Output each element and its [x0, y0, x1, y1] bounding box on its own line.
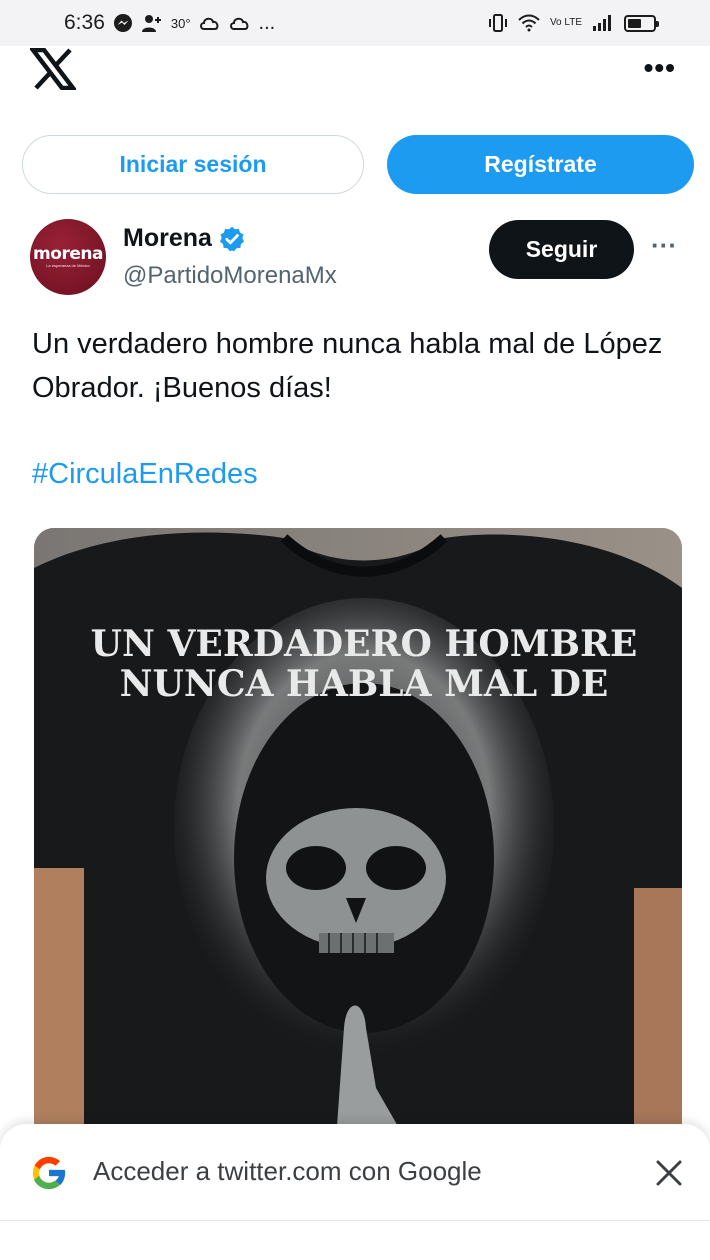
close-icon[interactable]: [654, 1158, 684, 1188]
top-bar: •••: [0, 46, 710, 106]
person-add-icon: [141, 13, 163, 33]
signal-icon: [592, 14, 614, 32]
status-bar-right: Vo LTE: [488, 13, 659, 33]
verified-badge-icon: [219, 226, 244, 251]
cloud-icon: [229, 15, 251, 31]
login-button[interactable]: Iniciar sesión: [22, 135, 364, 194]
wifi-icon: [518, 14, 540, 32]
divider: [0, 1220, 710, 1221]
tweet-more-icon[interactable]: ···: [651, 230, 677, 261]
more-options-icon[interactable]: •••: [644, 52, 676, 84]
status-time: 6:36: [64, 11, 105, 34]
shirt-text-line1: UN VERDADERO HOMBRE: [91, 623, 638, 665]
tshirt-photo: UN VERDADERO HOMBRE NUNCA HABLA MAL DE: [34, 528, 682, 1168]
signup-button[interactable]: Regístrate: [387, 135, 694, 194]
google-logo-icon: [32, 1156, 67, 1190]
cloud-icon: [199, 15, 221, 31]
author-name: Morena: [123, 224, 212, 252]
hashtag-link[interactable]: #CirculaEnRedes: [32, 458, 258, 491]
status-bar-left: 6:36 30° ...: [64, 11, 275, 35]
battery-level: [628, 18, 642, 28]
google-signin-prompt: Acceder a twitter.com con Google: [0, 1124, 710, 1260]
shirt-text-line2: NUNCA HABLA MAL DE: [120, 663, 609, 705]
avatar-logo-text: morena: [33, 244, 103, 264]
author-handle[interactable]: @PartidoMorenaMx: [123, 262, 337, 290]
tweet-image[interactable]: UN VERDADERO HOMBRE NUNCA HABLA MAL DE: [34, 528, 682, 1168]
tweet-text: Un verdadero hombre nunca habla mal de L…: [32, 328, 663, 404]
messenger-icon: [113, 13, 133, 33]
avatar[interactable]: morena La esperanza de México: [30, 219, 106, 295]
follow-button[interactable]: Seguir: [489, 220, 634, 279]
status-overflow: ...: [258, 11, 276, 34]
google-prompt-text: Acceder a twitter.com con Google: [93, 1156, 482, 1186]
status-bar: 6:36 30° ... Vo LTE: [0, 0, 710, 46]
vibrate-icon: [488, 13, 508, 33]
author-name-row[interactable]: Morena: [123, 224, 246, 253]
x-logo-icon[interactable]: [30, 48, 76, 90]
avatar-logo-subtext: La esperanza de México: [46, 263, 90, 268]
volte-label: Vo LTE: [549, 17, 582, 28]
status-temperature: 30°: [170, 15, 191, 31]
battery-icon: [624, 14, 659, 32]
